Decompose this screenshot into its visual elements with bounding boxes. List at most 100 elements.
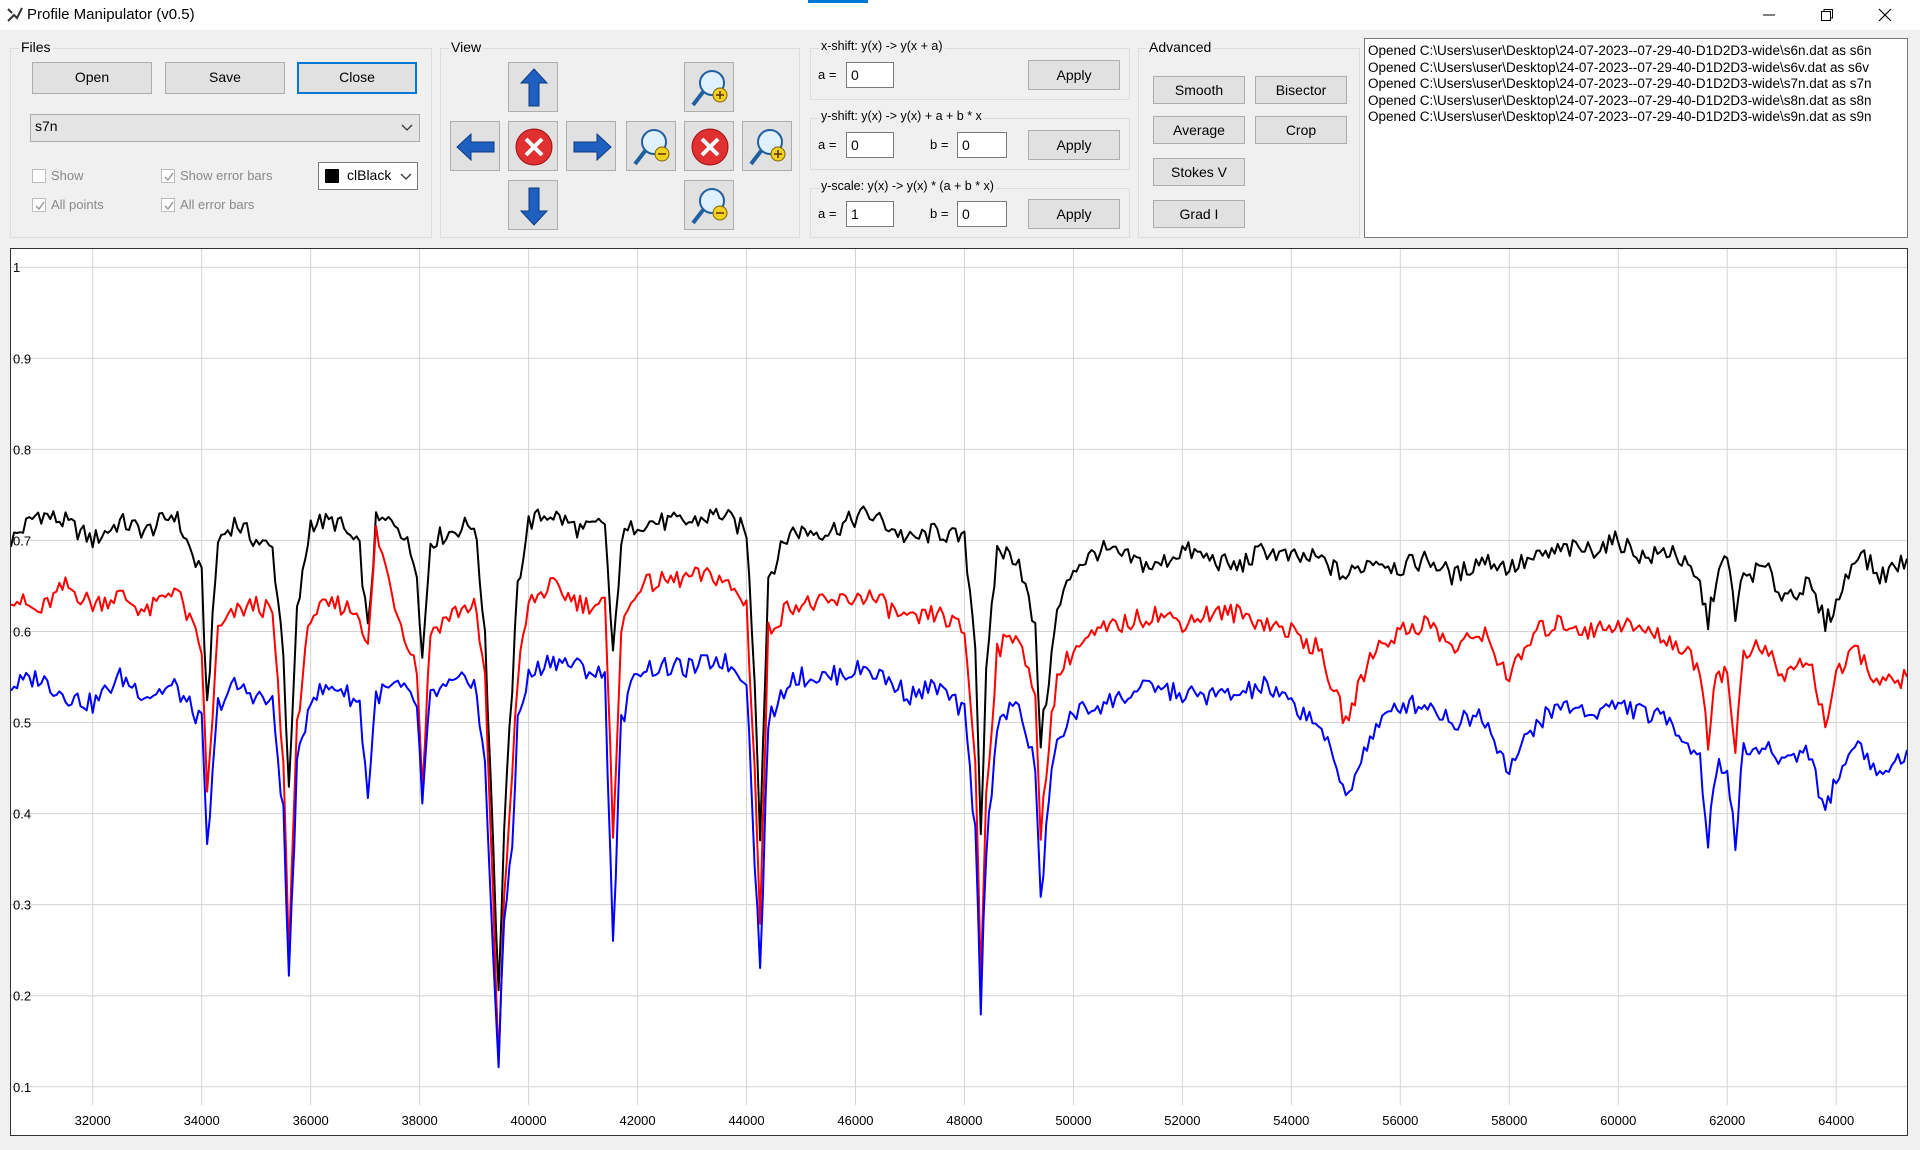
pan-down-button[interactable] [508,180,558,230]
pan-left-button[interactable] [450,121,500,171]
zoom-out-icon [633,129,670,166]
close-window-button[interactable] [1864,0,1910,30]
progress-accent [808,0,868,3]
bisector-button[interactable]: Bisector [1255,76,1347,104]
y-shift-apply-button[interactable]: Apply [1028,130,1120,160]
y-shift-a-input[interactable] [846,132,894,158]
zoom-out-x-button[interactable] [626,121,676,171]
pan-right-button[interactable] [566,121,616,171]
plot-area[interactable]: 32000 34000 36000 38000 40000 42000 44000 46000… [10,248,1908,1136]
pan-up-button[interactable] [508,62,558,112]
x-tick-label: 50000 [1055,1113,1091,1128]
show-label: Show [51,168,84,183]
x-shift-label: x-shift: y(x) -> y(x + a) [819,39,945,53]
x-tick-label: 32000 [75,1113,111,1128]
view-group-label: View [449,39,484,55]
reset-x-icon [691,128,729,166]
profile-select-value: s7n [35,118,58,134]
save-button[interactable]: Save [165,62,285,94]
x-tick-label: 58000 [1491,1113,1527,1128]
profile-chart[interactable]: 32000 34000 36000 38000 40000 42000 44000 46000… [11,249,1907,1135]
x-tick-label: 36000 [293,1113,329,1128]
arrow-down-icon [519,187,549,226]
series-line [11,652,1907,1069]
show-checkbox[interactable] [32,169,46,183]
average-button[interactable]: Average [1153,116,1245,144]
close-icon [1878,8,1892,22]
color-select[interactable]: clBlack [318,162,418,190]
y-scale-label: y-scale: y(x) -> y(x) * (a + b * x) [819,179,996,193]
restore-icon [1821,9,1833,21]
y-scale-b-label: b = [930,206,949,221]
x-tick-label: 40000 [511,1113,547,1128]
zoom-in-y-button[interactable] [684,62,734,112]
y-scale-apply-button[interactable]: Apply [1028,199,1120,229]
all-error-bars-label: All error bars [180,197,255,212]
reset-zoom-button[interactable] [684,121,734,171]
zoom-out-y-button[interactable] [684,180,734,230]
x-shift-a-input[interactable] [846,62,894,88]
chevron-down-icon [400,173,412,180]
x-tick-label: 48000 [946,1113,982,1128]
minimize-icon [1763,14,1775,16]
advanced-group-label: Advanced [1147,39,1214,55]
y-tick-label: 1 [13,260,20,275]
zoom-in-icon [691,70,728,107]
y-shift-label: y-shift: y(x) -> y(x) + a + b * x [819,109,984,123]
smooth-button[interactable]: Smooth [1153,76,1245,104]
x-tick-label: 62000 [1709,1113,1745,1128]
crop-button[interactable]: Crop [1255,116,1347,144]
all-points-checkbox[interactable] [32,198,46,212]
files-group-label: Files [19,39,53,55]
log-line: Opened C:\Users\user\Desktop\24-07-2023-… [1368,92,1872,108]
color-select-value: clBlack [347,167,392,183]
y-shift-b-label: b = [930,137,949,152]
y-tick-label: 0.9 [13,351,31,366]
profile-select[interactable]: s7n [30,114,420,142]
x-shift-a-label: a = [818,67,837,82]
log-line: Opened C:\Users\user\Desktop\24-07-2023-… [1368,43,1872,58]
stokes-v-button[interactable]: Stokes V [1153,158,1245,186]
check-icon [164,201,174,211]
arrow-right-icon [573,132,612,162]
chevron-down-icon [401,124,413,131]
x-tick-label: 60000 [1600,1113,1636,1128]
y-tick-label: 0.7 [13,533,31,548]
y-shift-a-label: a = [818,137,837,152]
x-tick-label: 38000 [402,1113,438,1128]
x-tick-label: 52000 [1164,1113,1200,1128]
close-button[interactable]: Close [297,62,417,94]
window-title: Profile Manipulator (v0.5) [27,6,195,23]
show-error-bars-label: Show error bars [180,168,273,183]
arrow-left-icon [456,132,495,162]
x-tick-label: 34000 [184,1113,220,1128]
y-tick-label: 0.5 [13,716,31,731]
zoom-in-x-button[interactable] [742,121,792,171]
grad-i-button[interactable]: Grad I [1153,200,1245,228]
open-button[interactable]: Open [32,62,152,94]
log-line: Opened C:\Users\user\Desktop\24-07-2023-… [1368,109,1872,124]
y-shift-b-input[interactable] [957,132,1007,158]
x-tick-label: 46000 [837,1113,873,1128]
x-shift-apply-button[interactable]: Apply [1028,60,1120,90]
arrow-up-icon [519,68,549,107]
check-icon [164,172,174,182]
restore-button[interactable] [1806,0,1852,30]
show-error-bars-checkbox[interactable] [161,169,175,183]
x-tick-label: 54000 [1273,1113,1309,1128]
minimize-button[interactable] [1748,0,1794,30]
reset-x-icon [515,128,553,166]
all-error-bars-checkbox[interactable] [161,198,175,212]
color-swatch [325,169,339,183]
log-line: Opened C:\Users\user\Desktop\24-07-2023-… [1368,76,1872,91]
y-tick-label: 0.6 [13,624,31,639]
x-tick-label: 42000 [619,1113,655,1128]
reset-view-button[interactable] [508,121,558,171]
y-tick-label: 0.1 [13,1080,31,1095]
log-box[interactable]: Opened C:\Users\user\Desktop\24-07-2023-… [1364,38,1908,238]
all-points-label: All points [51,197,104,212]
y-scale-a-input[interactable] [846,201,894,227]
title-bar: Profile Manipulator (v0.5) [0,0,1920,30]
y-scale-a-label: a = [818,206,837,221]
y-scale-b-input[interactable] [957,201,1007,227]
